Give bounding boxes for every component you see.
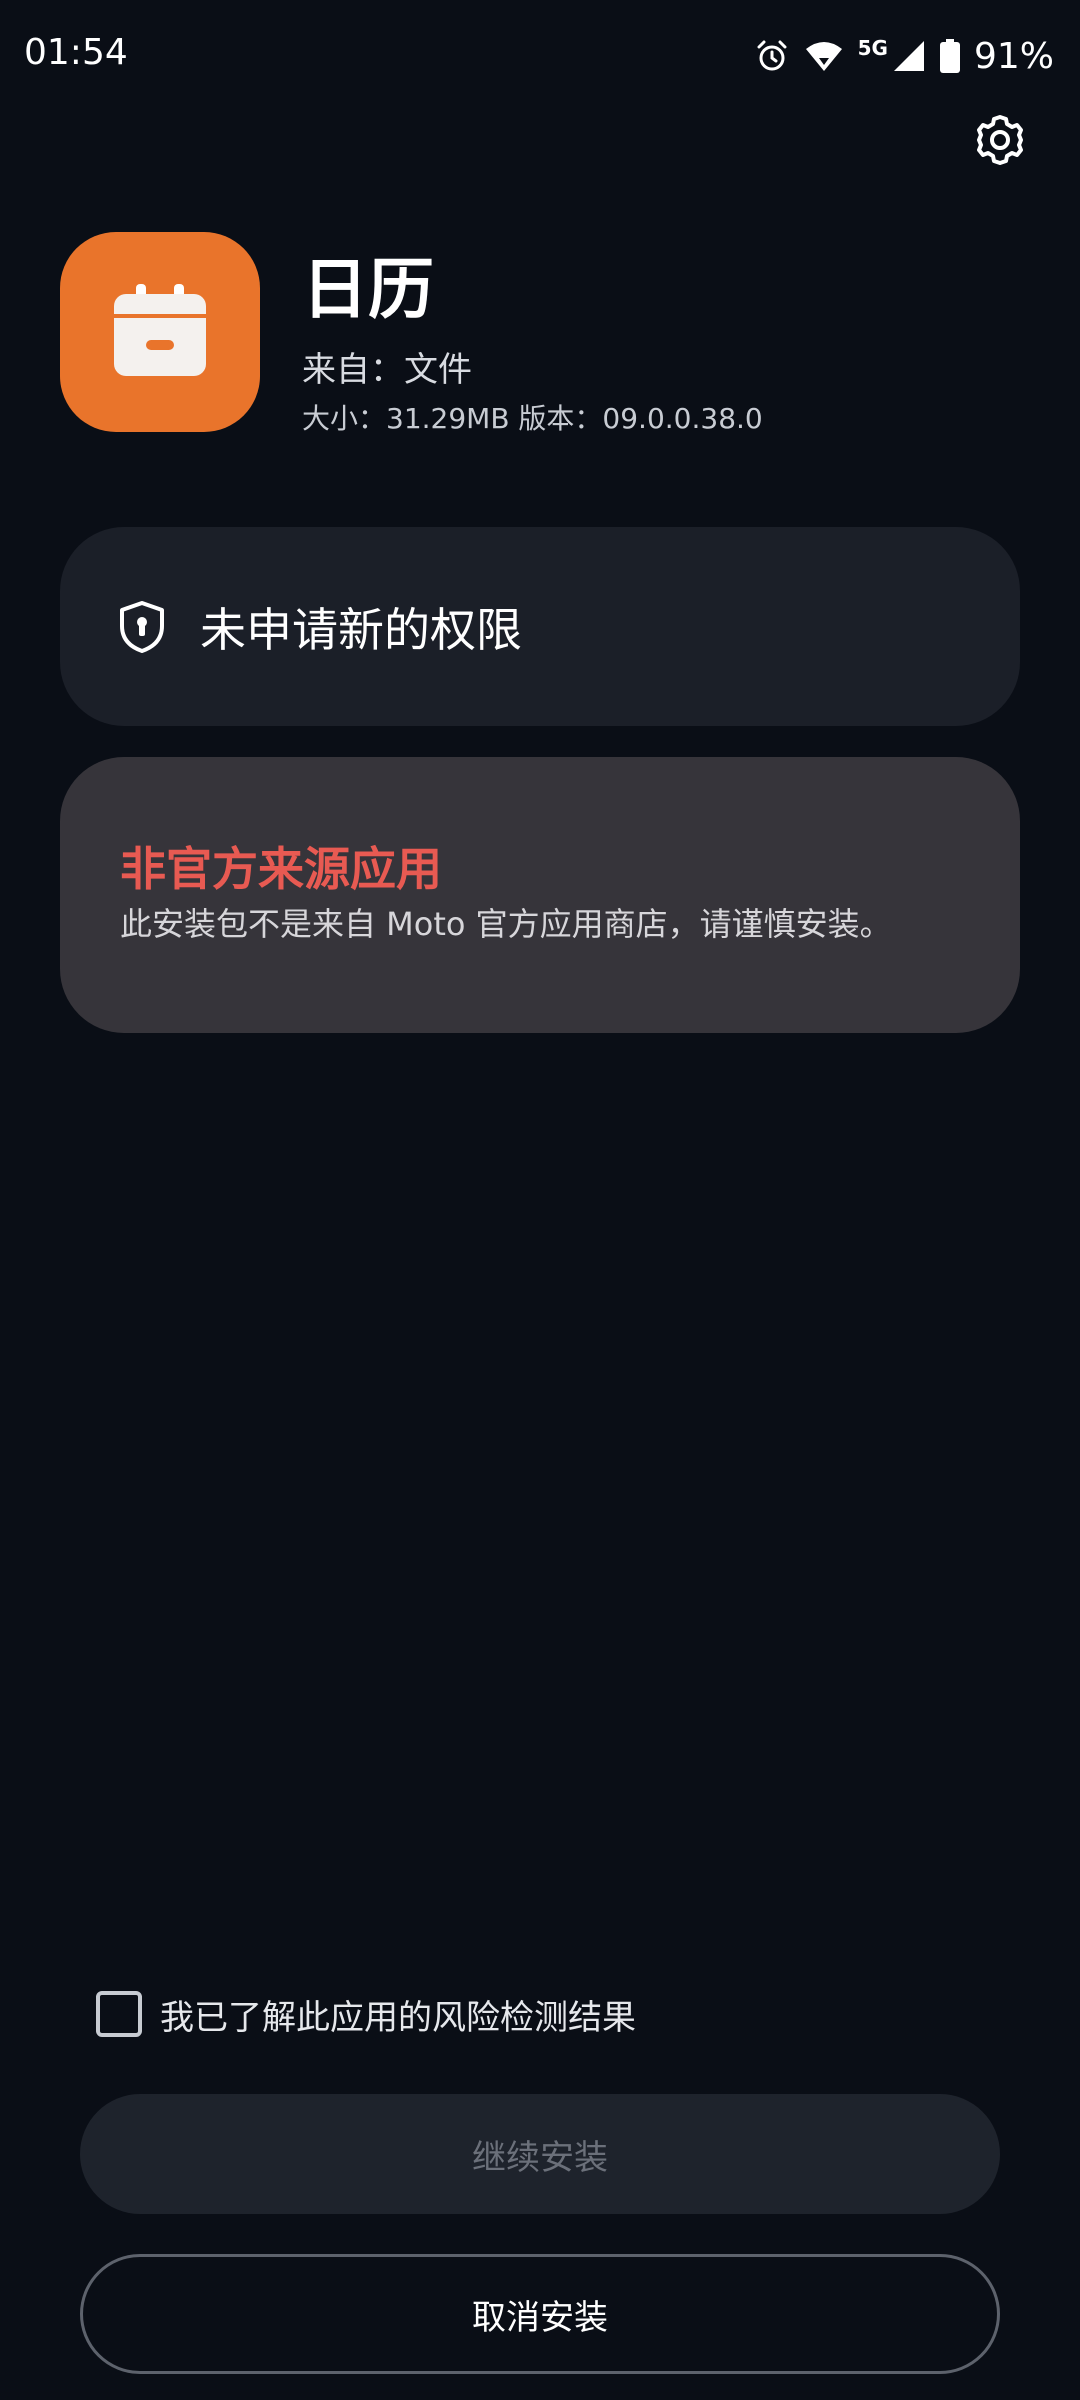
gear-icon [973,113,1027,171]
app-source: 来自：文件 [302,350,472,390]
shield-lock-icon [116,599,168,655]
battery-icon [939,39,960,73]
permissions-text: 未申请新的权限 [200,602,522,657]
app-size-version: 大小：31.29MB 版本：09.0.0.38.0 [302,402,763,435]
continue-install-button[interactable]: 继续安装 [80,2094,1000,2214]
warning-title: 非官方来源应用 [120,842,442,896]
wifi-icon [804,39,844,73]
app-icon [60,232,260,432]
calendar-icon [112,282,208,382]
acknowledge-label: 我已了解此应用的风险检测结果 [160,1997,636,2038]
install-screen: 01:54 5G 91% 日历 来自：文件 大小：31.29MB 版本：09.0… [0,0,1080,2400]
warning-description: 此安装包不是来自 Moto 官方应用商店，请谨慎安装。 [120,905,892,943]
acknowledge-checkbox[interactable] [96,1991,142,2037]
cancel-install-button[interactable]: 取消安装 [80,2254,1000,2374]
status-bar: 01:54 5G 91% [0,0,1080,112]
app-name: 日历 [302,251,434,328]
permissions-card[interactable]: 未申请新的权限 [60,527,1020,726]
alarm-icon [754,38,790,74]
status-icons: 5G 91% [754,34,1054,78]
acknowledge-row[interactable]: 我已了解此应用的风险检测结果 [96,1990,636,2038]
signal-icon [892,39,926,73]
status-time: 01:54 [24,32,128,73]
network-type: 5G [857,36,888,60]
settings-button[interactable] [970,112,1030,172]
unofficial-source-warning: 非官方来源应用 此安装包不是来自 Moto 官方应用商店，请谨慎安装。 [60,757,1020,1033]
battery-percent: 91% [973,35,1054,77]
